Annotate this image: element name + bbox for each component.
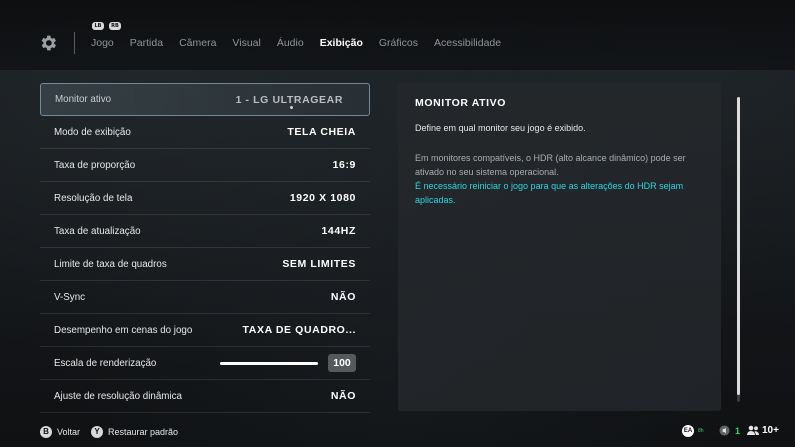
setting-label: V-Sync: [54, 291, 86, 303]
top-navigation-bar: LB RB Jogo Partida Câmera Visual Áudio E…: [0, 0, 795, 70]
slider-fill: [220, 361, 318, 365]
tab-visual[interactable]: Visual: [232, 37, 260, 49]
ea-logo-icon: EA: [682, 425, 694, 437]
setting-label: Ajuste de resolução dinâmica: [54, 390, 182, 402]
setting-row-resolucao-tela[interactable]: Resolução de tela 1920 X 1080: [40, 182, 370, 215]
setting-row-taxa-atualizacao[interactable]: Taxa de atualização 144HZ: [40, 215, 370, 248]
b-button-icon: B: [40, 426, 52, 438]
setting-row-v-sync[interactable]: V-Sync NÃO: [40, 281, 370, 314]
setting-value: 1920 X 1080: [289, 192, 356, 204]
rb-button-icon: RB: [109, 22, 121, 30]
setting-row-modo-exibicao[interactable]: Modo de exibição TELA CHEIA: [40, 116, 370, 149]
volume-count: 1: [735, 425, 741, 436]
detail-note: Em monitores compatíveis, o HDR (alto al…: [415, 153, 686, 177]
tab-graficos[interactable]: Gráficos: [379, 37, 418, 49]
friends-icon: [747, 425, 759, 435]
setting-row-taxa-proporcao[interactable]: Taxa de proporção 16:9: [40, 149, 370, 182]
tab-exibicao[interactable]: Exibição: [320, 37, 363, 49]
slider-value: 100: [328, 354, 356, 372]
setting-value: NÃO: [330, 291, 356, 303]
setting-label: Desempenho em cenas do jogo: [54, 324, 193, 336]
option-indicator-dot: [290, 106, 293, 109]
setting-value: TAXA DE QUADRO...: [242, 324, 356, 336]
setting-row-desempenho-cenas[interactable]: Desempenho em cenas do jogo TAXA DE QUAD…: [40, 314, 370, 347]
detail-panel: MONITOR ATIVO Define em qual monitor seu…: [398, 83, 721, 411]
setting-label: Resolução de tela: [54, 192, 133, 204]
setting-label: Taxa de proporção: [54, 159, 136, 171]
volume-status[interactable]: 1: [719, 425, 740, 436]
header-divider: [74, 32, 75, 54]
setting-value: 1 - LG ULTRAGEAR: [235, 93, 343, 106]
detail-title: MONITOR ATIVO: [415, 97, 507, 109]
footer-bar: B Voltar Y Restaurar padrão EA 8h 1 10+: [0, 420, 795, 447]
tab-audio[interactable]: Áudio: [277, 37, 304, 49]
detail-warning: É necessário reiniciar o jogo para que a…: [415, 181, 684, 205]
speaker-icon: [719, 425, 730, 436]
slider-track[interactable]: [220, 361, 318, 365]
setting-row-escala-renderizacao[interactable]: Escala de renderização 100: [40, 347, 370, 380]
tab-jogo[interactable]: Jogo: [91, 37, 114, 49]
tab-acessibilidade[interactable]: Acessibilidade: [434, 37, 501, 49]
tab-partida[interactable]: Partida: [130, 37, 163, 49]
setting-value: SEM LIMITES: [282, 258, 356, 270]
gear-icon[interactable]: [38, 33, 58, 53]
friends-count: 10+: [762, 425, 779, 436]
settings-list: Monitor ativo 1 - LG ULTRAGEAR Modo de e…: [40, 83, 370, 413]
setting-row-ajuste-resolucao[interactable]: Ajuste de resolução dinâmica NÃO: [40, 380, 370, 413]
setting-label: Modo de exibição: [54, 126, 131, 138]
ea-status-text: 8h: [698, 428, 704, 434]
tab-camera[interactable]: Câmera: [179, 37, 216, 49]
scrollbar-thumb[interactable]: [737, 97, 740, 395]
settings-tabs: Jogo Partida Câmera Visual Áudio Exibiçã…: [91, 37, 517, 49]
restore-hint[interactable]: Y Restaurar padrão: [91, 426, 178, 438]
setting-label: Monitor ativo: [55, 94, 112, 105]
back-label: Voltar: [57, 427, 81, 437]
setting-row-limite-quadros[interactable]: Limite de taxa de quadros SEM LIMITES: [40, 248, 370, 281]
setting-value: TELA CHEIA: [287, 126, 356, 138]
restore-label: Restaurar padrão: [108, 427, 179, 437]
setting-row-monitor-ativo[interactable]: Monitor ativo 1 - LG ULTRAGEAR: [40, 83, 370, 116]
setting-label: Limite de taxa de quadros: [54, 258, 167, 270]
y-button-icon: Y: [91, 426, 103, 438]
friends-status[interactable]: 10+: [746, 425, 779, 436]
back-hint[interactable]: B Voltar: [40, 426, 80, 438]
setting-value: 144HZ: [321, 225, 356, 237]
lb-button-icon: LB: [92, 22, 104, 30]
detail-scrollbar[interactable]: [737, 97, 740, 402]
setting-value: 16:9: [332, 159, 356, 171]
setting-label: Escala de renderização: [54, 357, 157, 369]
ea-status[interactable]: EA 8h: [682, 425, 704, 437]
setting-label: Taxa de atualização: [54, 225, 141, 237]
render-scale-slider[interactable]: 100: [220, 354, 356, 372]
setting-value: NÃO: [330, 390, 356, 402]
detail-description: Define em qual monitor seu jogo é exibid…: [415, 123, 586, 133]
